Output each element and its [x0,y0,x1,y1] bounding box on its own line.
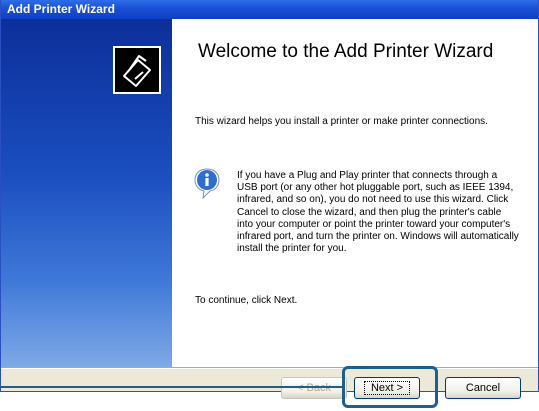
title-bar[interactable]: Add Printer Wizard [1,0,538,19]
back-button[interactable]: < Back [281,377,347,399]
continue-instruction: To continue, click Next. [195,295,298,306]
wizard-content: Welcome to the Add Printer Wizard This w… [172,19,538,367]
info-icon [193,167,221,201]
page-title: Welcome to the Add Printer Wizard [198,41,494,62]
next-button-highlight [342,366,438,408]
plug-and-play-info: If you have a Plug and Play printer that… [237,170,519,255]
add-printer-wizard-window: Add Printer Wizard Welcome to the Add Pr… [0,0,539,399]
footer-separator [1,367,538,369]
printer-wizard-icon [113,46,161,94]
intro-text: This wizard helps you install a printer … [195,116,488,127]
window-title: Add Printer Wizard [7,2,115,16]
callout-line [0,386,342,388]
cancel-button[interactable]: Cancel [445,377,521,399]
wizard-sidebar [1,19,172,367]
